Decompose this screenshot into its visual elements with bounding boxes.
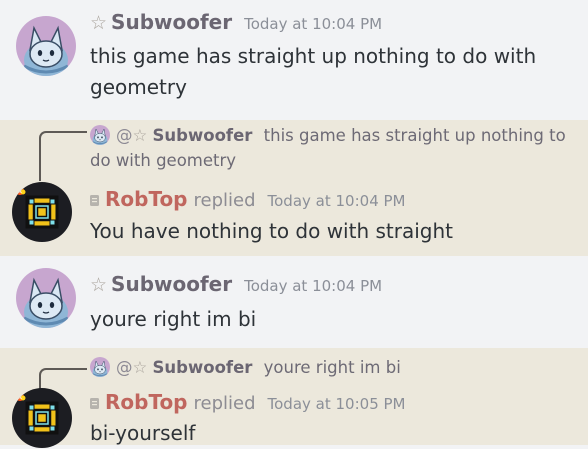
timestamp[interactable]: Today at 10:04 PM	[268, 192, 406, 210]
timestamp[interactable]: Today at 10:04 PM	[244, 277, 382, 295]
message-header: ☆ Subwoofer Today at 10:04 PM	[90, 272, 382, 296]
message-text-line: You have nothing to do with straight	[90, 219, 453, 243]
message-content: this game has straight up nothing to do …	[90, 41, 536, 103]
replied-label: replied	[193, 393, 256, 414]
reply-text: this game has straight up nothing to	[263, 126, 566, 145]
cat-avatar-icon[interactable]	[16, 268, 76, 328]
reply-text: youre right im bi	[263, 358, 401, 377]
reply-preview[interactable]: @☆ Subwoofer this game has straight up n…	[90, 123, 566, 173]
message-content: youre right im bi	[90, 304, 256, 335]
tag-icon	[90, 398, 99, 409]
star-icon: ☆	[132, 126, 148, 145]
reply-preview[interactable]: @☆ Subwoofer youre right im bi	[90, 355, 401, 380]
geometry-dash-cube-icon[interactable]	[12, 182, 72, 242]
reply-mention: @	[116, 126, 133, 145]
message-3: ☆ Subwoofer Today at 10:04 PM youre righ…	[0, 256, 588, 348]
message-2: @☆ Subwoofer this game has straight up n…	[0, 120, 588, 256]
author-name[interactable]: Subwoofer	[111, 10, 232, 34]
tag-icon	[90, 195, 99, 206]
reply-connector	[39, 131, 87, 181]
message-4: @☆ Subwoofer youre right im bi RobTop re…	[0, 348, 588, 445]
message-content: bi-yourself	[90, 418, 195, 449]
author-name[interactable]: RobTop	[105, 187, 188, 211]
replied-label: replied	[193, 190, 256, 211]
cat-avatar-icon[interactable]	[16, 16, 76, 76]
timestamp[interactable]: Today at 10:04 PM	[244, 15, 382, 33]
message-text-line: this game has straight up nothing to do …	[90, 44, 537, 68]
timestamp[interactable]: Today at 10:05 PM	[268, 395, 406, 413]
message-text-line: geometry	[90, 75, 187, 99]
geometry-dash-cube-icon[interactable]	[12, 388, 72, 448]
reply-author[interactable]: Subwoofer	[153, 358, 253, 377]
cat-avatar-icon	[90, 357, 110, 377]
message-1: ☆ Subwoofer Today at 10:04 PM this game …	[0, 0, 588, 120]
star-icon: ☆	[90, 274, 108, 296]
star-icon: ☆	[90, 12, 108, 34]
reply-author[interactable]: Subwoofer	[153, 126, 253, 145]
reply-mention: @	[116, 358, 133, 377]
cat-avatar-icon	[90, 125, 110, 145]
message-content: You have nothing to do with straight	[90, 216, 453, 247]
author-name[interactable]: RobTop	[105, 390, 188, 414]
author-name[interactable]: Subwoofer	[111, 272, 232, 296]
message-header: RobTop replied Today at 10:04 PM	[90, 187, 406, 211]
message-text-line: bi-yourself	[90, 421, 196, 445]
star-icon: ☆	[132, 358, 148, 377]
message-text-line: youre right im bi	[90, 307, 257, 331]
message-header: ☆ Subwoofer Today at 10:04 PM	[90, 10, 382, 34]
message-header: RobTop replied Today at 10:05 PM	[90, 390, 406, 414]
reply-text: do with geometry	[90, 151, 237, 170]
